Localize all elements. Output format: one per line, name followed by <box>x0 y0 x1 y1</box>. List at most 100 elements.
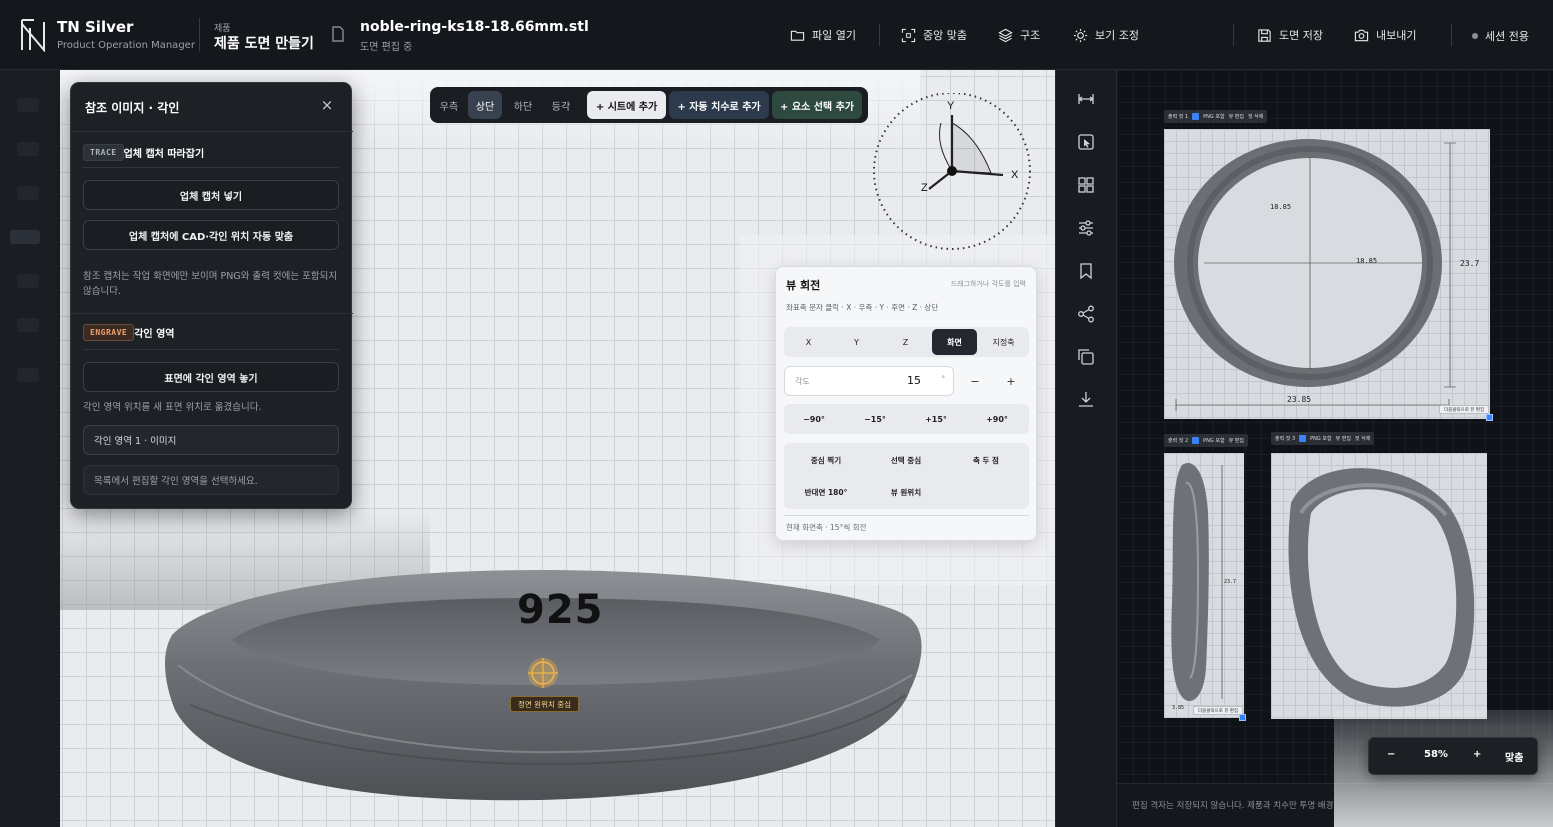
select-cursor-icon[interactable] <box>1076 132 1096 152</box>
grid-icon[interactable] <box>1076 175 1096 195</box>
dim-side-h: 23.7 <box>1224 579 1236 585</box>
brand-subtitle: Product Operation Manager <box>57 40 195 51</box>
bookmark-icon[interactable] <box>1076 261 1096 281</box>
rail-item[interactable] <box>10 230 40 244</box>
axis-y-button[interactable]: Y <box>834 329 879 355</box>
cut-2-view[interactable]: 23.7 3.85 <box>1164 453 1244 718</box>
add-sheet-button[interactable]: + 시트에 추가 <box>587 91 666 119</box>
open-file-button[interactable]: 파일 열기 <box>790 24 856 46</box>
axis-screen-button[interactable]: 화면 <box>932 329 977 355</box>
axis-z-button[interactable]: Z <box>883 329 928 355</box>
checkbox-icon[interactable] <box>1299 435 1307 442</box>
cut-1-edit[interactable]: 뷰 편집 <box>1229 113 1244 120</box>
axis-x-button[interactable]: X <box>786 329 831 355</box>
divider <box>199 18 200 52</box>
zoom-out-button[interactable]: − <box>1387 749 1395 760</box>
divider <box>1233 24 1234 46</box>
checkbox-icon[interactable] <box>1192 437 1200 444</box>
resize-handle[interactable] <box>1486 414 1493 421</box>
axis-custom-button[interactable]: 지정축 <box>981 329 1026 355</box>
save-drawing-label: 도면 저장 <box>1279 29 1323 42</box>
cut-2-edit[interactable]: 뷰 편집 <box>1229 437 1244 444</box>
cut-1-caption: 출력 컷 1 PNG 포함 뷰 편집 컷 삭제 <box>1164 110 1268 123</box>
preset-plus90-button[interactable]: +90° <box>967 404 1027 434</box>
engrave-stamp[interactable]: 925 <box>517 587 604 633</box>
engrave-area-item[interactable]: 각인 영역 1 · 이미지 <box>83 425 339 455</box>
preset-minus90-button[interactable]: −90° <box>784 404 844 434</box>
zoom-in-button[interactable]: + <box>1473 749 1481 760</box>
axis-gizmo[interactable]: Y X Z <box>871 93 1033 253</box>
rail-item[interactable] <box>17 318 39 332</box>
cut-1-delete[interactable]: 컷 삭제 <box>1248 113 1263 120</box>
tab-right[interactable]: 우측 <box>432 91 466 119</box>
angle-input[interactable]: 각도 15 ° <box>784 366 954 396</box>
tab-bottom[interactable]: 하단 <box>506 91 540 119</box>
export-button[interactable]: 내보내기 <box>1354 24 1416 46</box>
rail-item[interactable] <box>17 274 39 288</box>
view-adjust-button[interactable]: 보기 조정 <box>1073 24 1139 46</box>
checkbox-icon[interactable] <box>1192 113 1200 120</box>
gizmo-x-label: X <box>1011 169 1019 181</box>
export-label: 내보내기 <box>1376 29 1417 42</box>
cut-1-png[interactable]: PNG 포함 <box>1203 113 1224 120</box>
sliders-icon[interactable] <box>1076 218 1096 238</box>
rail-item[interactable] <box>17 186 39 200</box>
resize-handle[interactable] <box>1239 714 1246 721</box>
angle-plus-button[interactable]: + <box>999 371 1023 391</box>
reset-view-button[interactable]: 뷰 원위치 <box>866 477 946 507</box>
tn-logo-icon <box>21 19 45 52</box>
camera-icon <box>1354 29 1369 41</box>
axis-help: 좌표축 문자 클릭 · X · 우측 · Y · 후면 · Z · 상단 <box>786 303 939 312</box>
cut-1-tag: 더블클릭으로 뷰 편집 <box>1439 405 1490 414</box>
rail-item[interactable] <box>17 368 39 382</box>
download-icon[interactable] <box>1076 389 1096 409</box>
sheet-footer-note: 편집 격자는 저장되지 않습니다. 제품과 치수만 투명 배경 <box>1132 801 1334 811</box>
preset-minus15-button[interactable]: −15° <box>845 404 905 434</box>
share-icon[interactable] <box>1076 304 1096 324</box>
gizmo-y-label: Y <box>947 100 955 112</box>
selection-center-button[interactable]: 선택 중심 <box>866 445 946 475</box>
file-name: noble-ring-ks18-18.66mm.stl <box>360 19 589 35</box>
preset-plus15-button[interactable]: +15° <box>906 404 966 434</box>
rail-item[interactable] <box>17 98 39 112</box>
cut-2-png[interactable]: PNG 포함 <box>1203 437 1224 444</box>
tab-iso[interactable]: 등각 <box>544 91 578 119</box>
brand-name: TN Silver <box>57 18 134 36</box>
dim-inner-h: 18.85 <box>1356 257 1377 265</box>
auto-fit-button[interactable]: 업체 캡처에 CAD·각인 위치 자동 맞춤 <box>83 220 339 250</box>
cut-2-label: 출력 컷 2 <box>1168 438 1189 444</box>
reference-engrave-panel: 참조 이미지 · 각인 × TRACE 업체 캡처 따라잡기 업체 캡처 넣기 … <box>70 82 353 509</box>
close-icon[interactable]: × <box>319 97 335 113</box>
crosshair-icon[interactable] <box>525 655 561 691</box>
center-align-button[interactable]: 중앙 맞춤 <box>901 24 967 46</box>
cut-3-view[interactable] <box>1271 453 1487 719</box>
two-point-axis-button[interactable]: 축 두 점 <box>946 445 1026 475</box>
angle-label: 각도 <box>795 377 810 386</box>
dimension-icon[interactable] <box>1076 89 1096 109</box>
view-adjust-label: 보기 조정 <box>1095 29 1139 42</box>
trace-section: TRACE 업체 캡처 따라잡기 <box>83 144 204 161</box>
zoom-level: 58% <box>1424 749 1448 760</box>
status-dot <box>1472 33 1478 39</box>
angle-minus-button[interactable]: − <box>963 371 987 391</box>
place-area-button[interactable]: 표면에 각인 영역 놓기 <box>83 362 339 392</box>
insert-capture-button[interactable]: 업체 캡처 넣기 <box>83 180 339 210</box>
engrave-section: ENGRAVE 각인 영역 <box>83 324 175 341</box>
copy-icon[interactable] <box>1076 347 1096 367</box>
cut-3-label: 출력 컷 3 <box>1275 436 1296 442</box>
add-auto-dim-button[interactable]: + 자동 치수로 추가 <box>669 91 769 119</box>
rail-item[interactable] <box>17 142 39 156</box>
save-drawing-button[interactable]: 도면 저장 <box>1257 24 1323 46</box>
cut-3-png[interactable]: PNG 포함 <box>1310 435 1331 442</box>
flip-180-button[interactable]: 반대면 180° <box>786 477 866 507</box>
zoom-fit-button[interactable]: 맞춤 <box>1505 749 1523 764</box>
page-title: 제품 도면 만들기 <box>214 36 314 52</box>
file-status: 도면 편집 중 <box>360 42 413 53</box>
add-selected-button[interactable]: + 요소 선택 추가 <box>772 91 862 119</box>
pick-center-button[interactable]: 중심 찍기 <box>786 445 866 475</box>
structure-button[interactable]: 구조 <box>998 24 1040 46</box>
cut-1-view[interactable]: 18.85 18.85 23.85 23.7 <box>1164 129 1490 419</box>
cut-3-delete[interactable]: 컷 삭제 <box>1355 435 1370 442</box>
cut-3-edit[interactable]: 뷰 편집 <box>1336 435 1351 442</box>
tab-top[interactable]: 상단 <box>468 91 502 119</box>
